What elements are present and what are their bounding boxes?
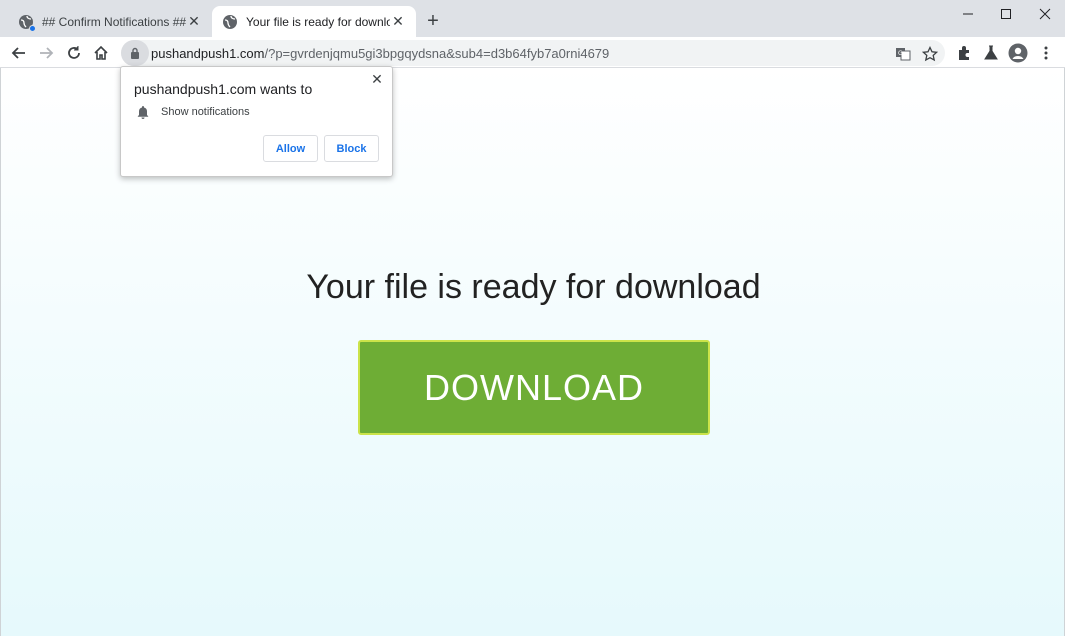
download-button[interactable]: DOWNLOAD bbox=[358, 340, 710, 435]
address-bar[interactable]: pushandpush1.com/?p=gvrdenjqmu5gi3bpgqyd… bbox=[121, 40, 945, 66]
tab-strip: ## Confirm Notifications ## ✕ Your file … bbox=[0, 0, 1065, 37]
reload-icon[interactable] bbox=[62, 41, 86, 65]
allow-button[interactable]: Allow bbox=[263, 135, 318, 162]
popup-title: pushandpush1.com wants to bbox=[134, 81, 313, 97]
notification-badge-icon bbox=[29, 24, 36, 32]
maximize-icon[interactable] bbox=[986, 0, 1026, 28]
block-button[interactable]: Block bbox=[324, 135, 379, 162]
home-icon[interactable] bbox=[89, 41, 113, 65]
url-text[interactable]: pushandpush1.com/?p=gvrdenjqmu5gi3bpgqyd… bbox=[151, 46, 609, 61]
tab-file-ready[interactable]: Your file is ready for download ✕ bbox=[212, 6, 416, 37]
new-tab-icon[interactable]: + bbox=[424, 10, 442, 32]
globe-icon bbox=[222, 14, 238, 30]
close-tab-icon[interactable]: ✕ bbox=[390, 13, 406, 30]
toolbar: pushandpush1.com/?p=gvrdenjqmu5gi3bpgqyd… bbox=[0, 37, 1065, 68]
forward-icon[interactable] bbox=[34, 41, 58, 65]
svg-text:G: G bbox=[898, 50, 903, 57]
window-close-icon[interactable] bbox=[1025, 0, 1065, 28]
tab-confirm-notifications[interactable]: ## Confirm Notifications ## ✕ bbox=[8, 6, 212, 37]
lock-icon[interactable] bbox=[121, 40, 149, 66]
close-icon[interactable]: ✕ bbox=[370, 71, 384, 87]
page-headline: Your file is ready for download bbox=[306, 268, 761, 306]
more-menu-icon[interactable] bbox=[1034, 41, 1058, 65]
profile-avatar-icon[interactable] bbox=[1006, 41, 1030, 65]
globe-icon bbox=[18, 14, 36, 32]
close-tab-icon[interactable]: ✕ bbox=[186, 13, 202, 30]
minimize-icon[interactable] bbox=[948, 0, 988, 28]
bell-icon bbox=[136, 105, 150, 119]
translate-icon[interactable]: G bbox=[893, 44, 913, 64]
extensions-icon[interactable] bbox=[952, 41, 976, 65]
url-path: /?p=gvrdenjqmu5gi3bpgqydsna&sub4=d3b64fy… bbox=[264, 45, 610, 61]
tab-title: Your file is ready for download bbox=[246, 14, 390, 29]
back-icon[interactable] bbox=[7, 41, 31, 65]
url-domain: pushandpush1.com bbox=[151, 45, 265, 61]
labs-flask-icon[interactable] bbox=[979, 41, 1003, 65]
permission-row: Show notifications bbox=[136, 105, 250, 119]
tab-title: ## Confirm Notifications ## bbox=[42, 14, 186, 29]
notification-permission-popup: pushandpush1.com wants to ✕ Show notific… bbox=[120, 66, 393, 177]
bookmark-star-icon[interactable] bbox=[920, 44, 940, 64]
permission-label: Show notifications bbox=[161, 106, 250, 118]
